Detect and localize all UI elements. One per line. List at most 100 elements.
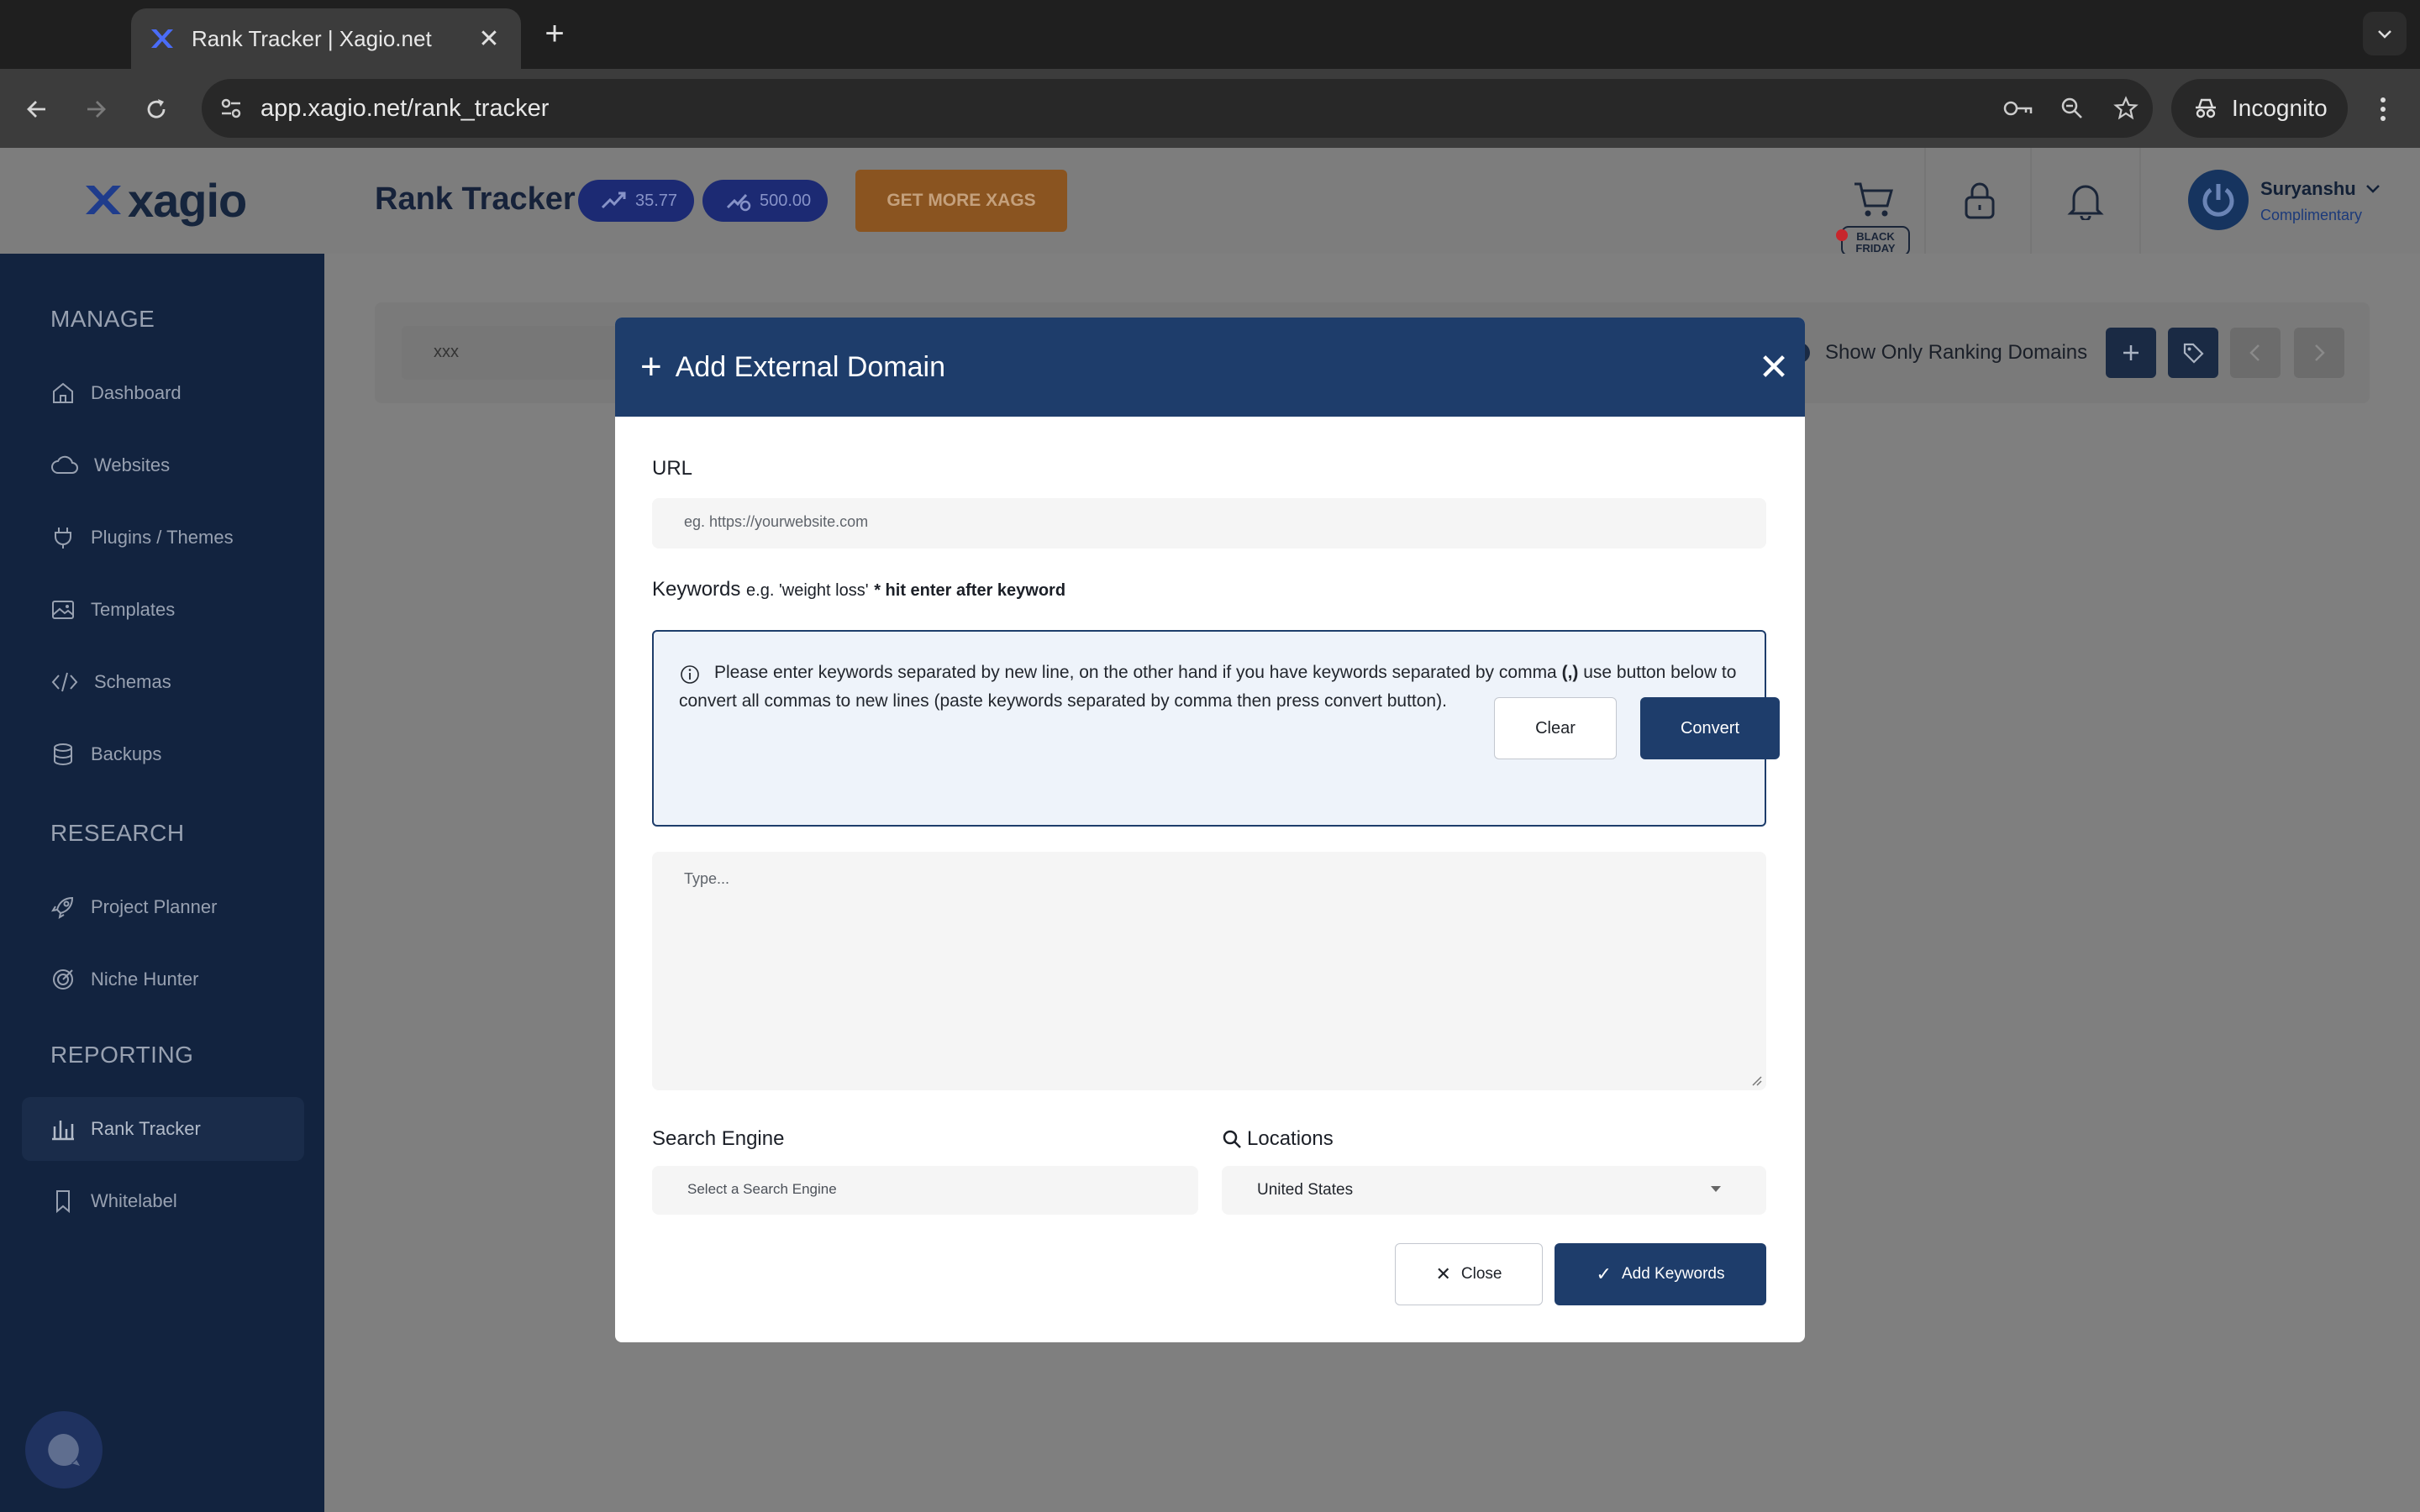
tab-close-icon[interactable]: ✕ xyxy=(474,24,504,54)
user-name: Suryanshu xyxy=(2260,178,2356,199)
reload-button[interactable] xyxy=(134,87,178,131)
address-bar[interactable]: app.xagio.net/rank_tracker xyxy=(202,79,2153,138)
xags-balance-badge[interactable]: 35.77 xyxy=(578,180,695,222)
incognito-label: Incognito xyxy=(2232,95,2328,121)
url-input[interactable]: eg. https://yourwebsite.com xyxy=(652,498,1766,549)
xagio-logo[interactable]: xagio xyxy=(84,173,247,227)
keywords-example: e.g. 'weight loss' xyxy=(746,581,869,600)
convert-button[interactable]: Convert xyxy=(1640,697,1780,759)
sidebar-section-research: RESEARCH xyxy=(50,820,185,846)
notifications-button[interactable] xyxy=(2060,175,2111,225)
sidebar-item-label: Niche Hunter xyxy=(91,969,199,990)
xags-coin-icon xyxy=(601,192,626,209)
sidebar-item-project-planner[interactable]: Project Planner xyxy=(22,875,304,939)
zoom-out-icon[interactable] xyxy=(2045,79,2099,138)
keywords-hint: * hit enter after keyword xyxy=(874,581,1066,600)
browser-menu-button[interactable] xyxy=(2365,87,2402,131)
sidebar-item-label: Backups xyxy=(91,743,162,764)
add-domain-button[interactable] xyxy=(2106,328,2156,378)
password-key-icon[interactable] xyxy=(1991,79,2045,138)
more-vertical-icon xyxy=(2381,97,2386,121)
sidebar-item-rank-tracker[interactable]: Rank Tracker xyxy=(22,1097,304,1161)
close-button[interactable]: ✕ Close xyxy=(1395,1243,1543,1305)
info-text-part-1: Please enter keywords separated by new l… xyxy=(714,663,1562,682)
xagio-favicon-icon xyxy=(151,29,173,48)
chevron-right-icon xyxy=(2315,344,2325,361)
bar-chart-icon xyxy=(52,1121,74,1141)
sidebar-item-label: Plugins / Themes xyxy=(91,527,234,548)
previous-page-button[interactable] xyxy=(2230,328,2281,378)
keywords-label-text: Keywords xyxy=(652,578,741,601)
xags-balance-2: 500.00 xyxy=(760,191,812,210)
sidebar-item-label: Dashboard xyxy=(91,382,182,403)
locations-select[interactable]: United States xyxy=(1222,1166,1766,1215)
sidebar-item-whitelabel[interactable]: Whitelabel xyxy=(22,1169,304,1233)
lock-button[interactable] xyxy=(1954,175,2005,225)
get-more-xags-button[interactable]: GET MORE XAGS xyxy=(855,170,1067,232)
tab-search-button[interactable] xyxy=(2363,12,2407,55)
chevron-left-icon xyxy=(2249,344,2260,361)
sidebar-item-schemas[interactable]: Schemas xyxy=(22,650,304,714)
arrow-right-icon xyxy=(87,101,106,118)
add-external-domain-modal: + Add External Domain ✕ URL eg. https://… xyxy=(615,318,1805,1342)
reload-icon xyxy=(147,99,166,118)
locations-label: Locations xyxy=(1222,1127,1334,1151)
clear-button[interactable]: Clear xyxy=(1494,697,1617,759)
sidebar-item-backups[interactable]: Backups xyxy=(22,722,304,786)
header-divider xyxy=(2030,148,2032,254)
tab-title: Rank Tracker | Xagio.net xyxy=(192,25,432,51)
sidebar-section-manage: MANAGE xyxy=(50,306,155,332)
site-settings-icon[interactable] xyxy=(202,79,260,138)
browser-tab[interactable]: Rank Tracker | Xagio.net ✕ xyxy=(131,8,521,69)
xbank-balance-badge[interactable]: 500.00 xyxy=(702,180,829,222)
sidebar-item-plugins-themes[interactable]: Plugins / Themes xyxy=(22,506,304,570)
chat-widget-button[interactable] xyxy=(25,1411,103,1488)
sidebar-section-reporting: REPORTING xyxy=(50,1042,194,1068)
svg-text:BLACK: BLACK xyxy=(1856,230,1895,243)
rocket-icon xyxy=(50,896,74,920)
bookmark-icon xyxy=(56,1190,70,1214)
app-header xyxy=(0,148,2420,254)
info-comma: (,) xyxy=(1561,663,1579,682)
cart-button[interactable] xyxy=(1849,175,1899,225)
forward-button[interactable] xyxy=(74,87,118,131)
back-button[interactable] xyxy=(15,87,59,131)
lock-icon xyxy=(1965,182,1995,219)
cloud-icon xyxy=(51,455,78,474)
keywords-textarea[interactable]: Type... xyxy=(652,852,1766,1090)
sidebar-item-websites[interactable]: Websites xyxy=(22,433,304,497)
incognito-indicator[interactable]: Incognito xyxy=(2171,79,2348,138)
image-icon xyxy=(52,601,74,619)
sidebar-item-label: Whitelabel xyxy=(91,1190,177,1211)
svg-text:FRIDAY: FRIDAY xyxy=(1855,242,1896,255)
logo-text: xagio xyxy=(128,173,247,227)
caret-down-icon xyxy=(1711,1186,1721,1192)
add-keywords-button[interactable]: ✓ Add Keywords xyxy=(1555,1243,1766,1305)
incognito-icon xyxy=(2196,98,2216,118)
tag-icon xyxy=(2183,343,2204,364)
avatar[interactable] xyxy=(2188,170,2249,230)
resize-handle-icon[interactable] xyxy=(1749,1074,1763,1087)
url-label: URL xyxy=(652,457,693,480)
sidebar-item-label: Project Planner xyxy=(91,896,218,917)
database-icon xyxy=(54,743,72,765)
home-icon xyxy=(53,382,73,403)
new-tab-button[interactable]: + xyxy=(538,15,571,52)
plus-icon xyxy=(2123,345,2139,360)
sidebar-item-templates[interactable]: Templates xyxy=(22,578,304,642)
sidebar-item-dashboard[interactable]: Dashboard xyxy=(22,361,304,425)
next-page-button[interactable] xyxy=(2294,328,2344,378)
sidebar-item-niche-hunter[interactable]: Niche Hunter xyxy=(22,948,304,1011)
plus-icon: + xyxy=(640,346,662,387)
xags-balance-1: 35.77 xyxy=(635,191,678,210)
modal-close-icon[interactable]: ✕ xyxy=(1753,346,1795,388)
chat-bubble-icon xyxy=(48,1434,80,1466)
user-menu[interactable]: Suryanshu xyxy=(2260,178,2381,200)
close-icon: ✕ xyxy=(1435,1263,1451,1284)
chevron-down-icon xyxy=(2378,30,2391,39)
modal-header: + Add External Domain xyxy=(615,318,1805,417)
search-engine-select[interactable]: Select a Search Engine xyxy=(652,1166,1198,1215)
star-bookmark-icon[interactable] xyxy=(2099,79,2153,138)
check-icon: ✓ xyxy=(1596,1263,1612,1284)
tags-button[interactable] xyxy=(2168,328,2218,378)
